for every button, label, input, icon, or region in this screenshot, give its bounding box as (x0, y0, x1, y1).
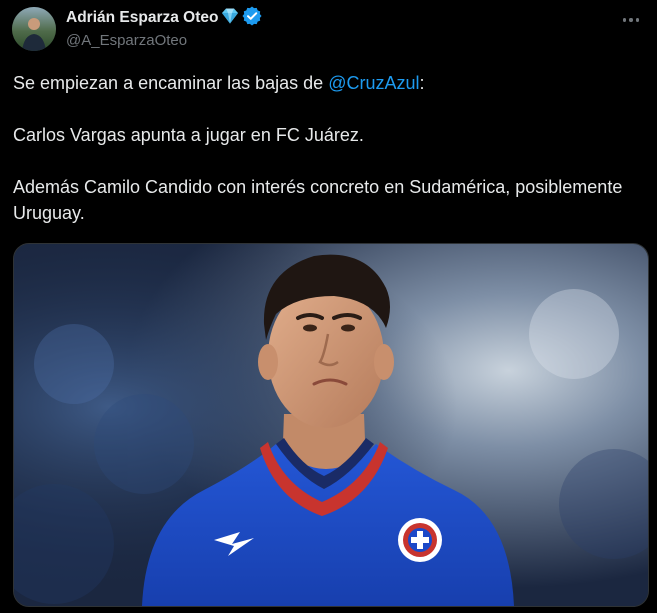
more-dot (629, 18, 633, 22)
tweet-photo[interactable] (13, 243, 649, 607)
avatar[interactable] (12, 7, 56, 51)
diamond-emoji-icon (220, 7, 240, 30)
name-row: Adrián Esparza Oteo (66, 5, 607, 31)
more-dot (622, 18, 627, 22)
tweet-text: Se empiezan a encaminar las bajas de @Cr… (13, 70, 638, 226)
tweet-header: Adrián Esparza Oteo @A_EsparzaOteo (66, 5, 607, 49)
mention-link[interactable]: @CruzAzul (328, 73, 419, 93)
verified-badge-icon[interactable] (242, 5, 263, 31)
tweet-card: Adrián Esparza Oteo @A_EsparzaOteo Se em… (0, 0, 657, 613)
tweet-line-1-text: Se empiezan a encaminar las bajas de (13, 73, 329, 93)
more-dot (635, 18, 640, 22)
player-photo (14, 244, 648, 606)
more-options-icon[interactable] (619, 10, 643, 30)
tweet-line-1-suffix: : (419, 73, 425, 93)
author-handle[interactable]: @A_EsparzaOteo (66, 32, 607, 49)
tweet-line-3: Además Camilo Candido con interés concre… (13, 177, 623, 223)
display-name[interactable]: Adrián Esparza Oteo (66, 9, 218, 27)
avatar-image (12, 7, 56, 51)
tweet-line-1: Se empiezan a encaminar las bajas de @Cr… (13, 70, 638, 96)
tweet-line-2: Carlos Vargas apunta a jugar en FC Juáre… (13, 125, 364, 145)
